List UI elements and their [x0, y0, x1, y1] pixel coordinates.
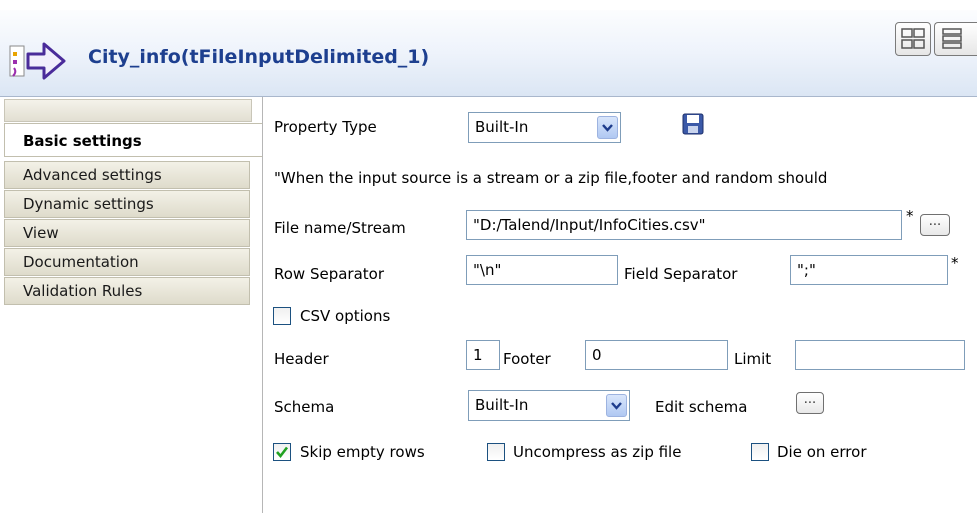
field-separator-required-marker: * — [951, 254, 959, 272]
header-label: Header — [274, 350, 329, 368]
check-mark-icon — [276, 446, 289, 459]
grid-layout-icon — [901, 28, 925, 49]
component-arrow-icon — [9, 42, 66, 80]
header-top-strip — [0, 0, 977, 10]
skip-empty-rows-checkbox[interactable] — [273, 443, 291, 461]
tab-documentation[interactable]: Documentation — [4, 248, 250, 276]
tab-basic-settings[interactable]: Basic settings — [4, 123, 262, 157]
edit-schema-button[interactable]: ... — [796, 392, 824, 414]
save-icon[interactable] — [681, 112, 705, 136]
chevron-down-icon — [602, 124, 613, 132]
tab-advanced-settings[interactable]: Advanced settings — [4, 161, 250, 189]
file-name-label: File name/Stream — [274, 219, 406, 237]
file-name-input[interactable]: "D:/Talend/Input/InfoCities.csv" — [466, 210, 902, 240]
property-type-label: Property Type — [274, 118, 377, 136]
property-type-dropdown-button[interactable] — [597, 116, 618, 139]
footer-label: Footer — [503, 350, 551, 368]
component-title: City_info(tFileInputDelimited_1) — [88, 46, 430, 68]
list-layout-icon — [942, 28, 962, 49]
uncompress-zip-checkbox[interactable] — [487, 443, 505, 461]
tab-dynamic-settings[interactable]: Dynamic settings — [4, 190, 250, 218]
property-type-value: Built-In — [475, 118, 529, 136]
csv-options-checkbox[interactable] — [273, 307, 291, 325]
file-browse-button[interactable]: ... — [920, 214, 950, 236]
die-on-error-label: Die on error — [777, 443, 867, 461]
header-input[interactable]: 1 — [466, 340, 500, 370]
row-separator-input[interactable]: "\n" — [466, 255, 618, 285]
uncompress-zip-label: Uncompress as zip file — [513, 443, 682, 461]
schema-value: Built-In — [475, 396, 529, 414]
property-type-select[interactable]: Built-In — [468, 112, 621, 143]
required-marker: * — [906, 207, 914, 225]
edit-schema-label: Edit schema — [655, 398, 748, 416]
sidebar-top-tab — [4, 99, 252, 122]
grid-layout-button[interactable] — [895, 22, 931, 56]
list-layout-button[interactable] — [934, 22, 977, 56]
limit-input[interactable] — [795, 340, 965, 370]
tab-validation-rules[interactable]: Validation Rules — [4, 277, 250, 305]
skip-empty-rows-label: Skip empty rows — [300, 443, 425, 461]
input-source-notice: "When the input source is a stream or a … — [274, 169, 828, 187]
chevron-down-icon — [611, 402, 622, 410]
schema-select[interactable]: Built-In — [468, 390, 630, 421]
csv-options-label: CSV options — [300, 307, 391, 325]
tab-view[interactable]: View — [4, 219, 250, 247]
component-header: City_info(tFileInputDelimited_1) — [0, 0, 977, 97]
file-browse-button-label: ... — [928, 214, 942, 229]
footer-input[interactable]: 0 — [585, 340, 728, 370]
schema-label: Schema — [274, 398, 335, 416]
row-separator-label: Row Separator — [274, 265, 385, 283]
limit-label: Limit — [734, 350, 772, 368]
schema-dropdown-button[interactable] — [606, 394, 627, 417]
field-separator-label: Field Separator — [624, 265, 738, 283]
settings-sidebar: Basic settings Advanced settings Dynamic… — [0, 97, 263, 513]
die-on-error-checkbox[interactable] — [751, 443, 769, 461]
field-separator-input[interactable]: ";" — [790, 255, 948, 285]
